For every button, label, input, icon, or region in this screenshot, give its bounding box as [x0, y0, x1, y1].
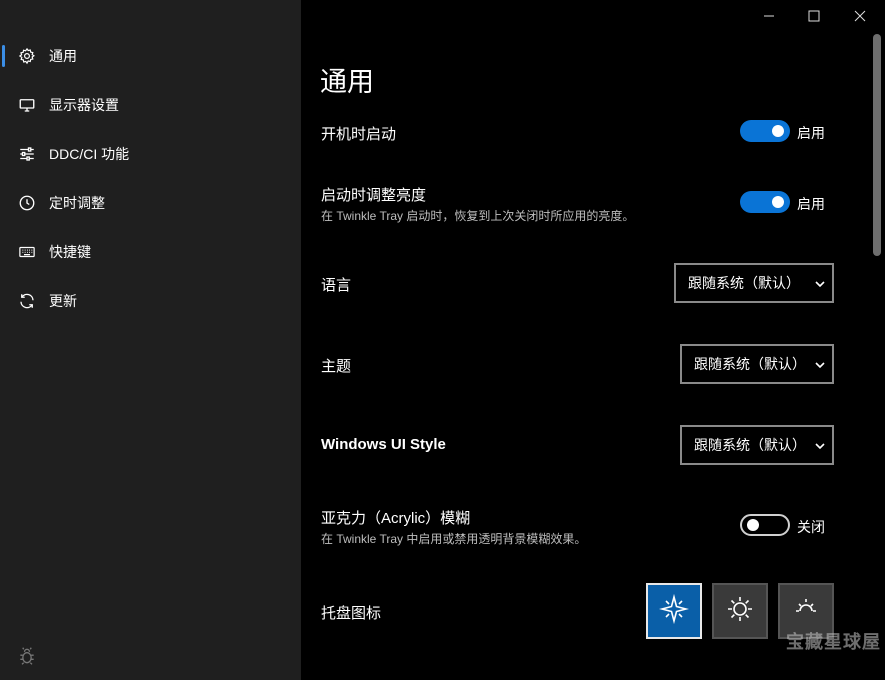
sidebar-item-label: 定时调整	[49, 195, 105, 211]
close-button[interactable]	[837, 4, 883, 32]
scrollbar-thumb[interactable]	[873, 34, 881, 256]
sliders-icon	[17, 144, 37, 164]
sun-icon	[725, 594, 755, 629]
restore-brightness-label: 启动时调整亮度	[321, 187, 427, 204]
sidebar-item-label: 更新	[49, 293, 77, 309]
chevron-down-icon	[814, 439, 826, 451]
tray-icon-option-sparkle[interactable]	[646, 583, 702, 639]
sidebar-item-display[interactable]: 显示器设置	[0, 85, 301, 125]
sidebar-item-ddc[interactable]: DDC/CI 功能	[0, 134, 301, 174]
language-select[interactable]: 跟随系统（默认）	[674, 263, 834, 303]
sun-outline-icon	[791, 594, 821, 629]
startup-toggle[interactable]	[740, 120, 790, 142]
acrylic-description: 在 Twinkle Tray 中启用或禁用透明背景模糊效果。	[321, 532, 587, 546]
keyboard-icon	[17, 242, 37, 262]
tray-icon-label: 托盘图标	[321, 605, 382, 622]
refresh-icon	[17, 291, 37, 311]
ui-style-select[interactable]: 跟随系统（默认）	[680, 425, 834, 465]
chevron-down-icon	[814, 358, 826, 370]
minimize-icon	[763, 9, 775, 27]
sparkle-icon	[658, 593, 690, 629]
sidebar-item-label: 通用	[49, 48, 77, 64]
acrylic-toggle[interactable]	[740, 514, 790, 536]
tray-icon-option-sun[interactable]	[712, 583, 768, 639]
toggle-knob	[772, 125, 784, 137]
sidebar-item-hotkeys[interactable]: 快捷键	[0, 232, 301, 272]
sidebar-item-schedule[interactable]: 定时调整	[0, 183, 301, 223]
sidebar-item-label: 显示器设置	[49, 97, 119, 113]
restore-brightness-description: 在 Twinkle Tray 启动时，恢复到上次关闭时所应用的亮度。	[321, 209, 635, 223]
sidebar-item-general[interactable]: 通用	[0, 36, 301, 76]
theme-label: 主题	[321, 358, 352, 375]
chevron-down-icon	[814, 277, 826, 289]
active-indicator	[2, 45, 5, 67]
page-title: 通用	[320, 67, 374, 97]
close-icon	[854, 9, 866, 27]
theme-select[interactable]: 跟随系统（默认）	[680, 344, 834, 384]
restore-brightness-state: 启用	[797, 196, 825, 212]
monitor-icon	[17, 95, 37, 115]
watermark: 宝藏星球屋	[786, 632, 881, 652]
maximize-button[interactable]	[791, 4, 837, 32]
theme-value: 跟随系统（默认）	[694, 356, 806, 372]
startup-label: 开机时启动	[321, 126, 397, 143]
ui-style-value: 跟随系统（默认）	[694, 437, 806, 453]
ui-style-label: Windows UI Style	[321, 436, 446, 453]
sidebar-item-label: 快捷键	[49, 244, 91, 260]
sidebar-item-updates[interactable]: 更新	[0, 281, 301, 321]
restore-brightness-toggle[interactable]	[740, 191, 790, 213]
sidebar: 通用 显示器设置 DDC/CI 功能 定时调整 快捷键 更新	[0, 0, 301, 680]
sidebar-item-label: DDC/CI 功能	[49, 146, 130, 162]
language-value: 跟随系统（默认）	[688, 275, 800, 291]
minimize-button[interactable]	[746, 4, 792, 32]
acrylic-label: 亚克力（Acrylic）模糊	[321, 510, 471, 527]
toggle-knob	[772, 196, 784, 208]
clock-icon	[17, 193, 37, 213]
language-label: 语言	[321, 277, 352, 294]
gear-icon	[17, 46, 37, 66]
acrylic-state: 关闭	[797, 519, 825, 535]
startup-state: 启用	[797, 125, 825, 141]
bug-icon[interactable]	[17, 646, 37, 666]
maximize-icon	[808, 9, 820, 27]
toggle-knob	[747, 519, 759, 531]
